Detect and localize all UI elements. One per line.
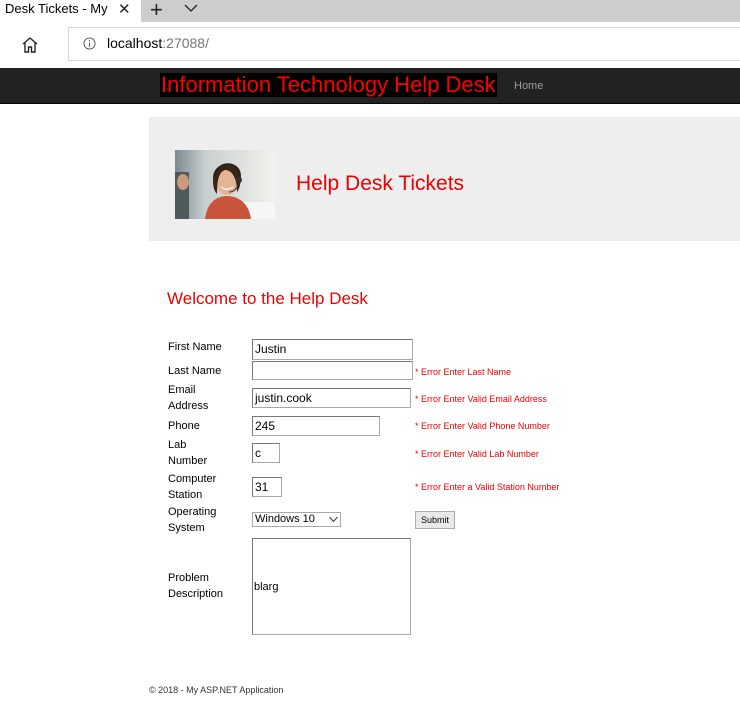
browser-tab[interactable]: Desk Tickets - My ✕ [0, 0, 141, 22]
tab-title: Desk Tickets - My [5, 1, 108, 16]
first-name-label: First Name [168, 341, 222, 353]
lab-number-label-line2: Number [168, 455, 208, 467]
woman-with-headset-photo [175, 150, 275, 219]
footer-copyright: © 2018 - My ASP.NET Application [149, 685, 284, 695]
email-input[interactable]: justin.cook [252, 388, 411, 408]
last-name-error: * Error Enter Last Name [415, 367, 512, 377]
site-brand-link[interactable]: Information Technology Help Desk [160, 73, 497, 97]
computer-station-label-line1: Computer [168, 473, 217, 485]
lab-number-label-line1: Lab [168, 439, 187, 451]
problem-description-label-line2: Description [168, 588, 224, 600]
nav-link-home[interactable]: Home [514, 80, 543, 92]
chevron-down-icon [329, 516, 338, 523]
computer-station-input[interactable]: 31 [252, 477, 282, 497]
url-host: localhost [107, 35, 163, 51]
browser-toolbar: localhost:27088/ [0, 22, 740, 69]
computer-station-error: * Error Enter a Valid Station Number [415, 482, 560, 492]
info-icon[interactable] [83, 37, 96, 50]
email-error: * Error Enter Valid Email Address [415, 394, 547, 404]
computer-station-label-line2: Station [168, 489, 203, 501]
close-icon[interactable]: ✕ [118, 0, 131, 18]
email-label: Email Address [168, 382, 208, 414]
phone-error: * Error Enter Valid Phone Number [415, 421, 550, 431]
first-name-input[interactable]: Justin [252, 339, 413, 360]
address-bar[interactable]: localhost:27088/ [68, 27, 740, 61]
problem-description-label-line1: Problem [168, 572, 209, 584]
operating-system-label: Operating System [168, 504, 216, 536]
last-name-input[interactable] [252, 361, 413, 380]
chevron-down-icon[interactable] [183, 0, 199, 16]
lab-number-label: Lab Number [168, 437, 207, 469]
operating-system-select[interactable]: Windows 10 [252, 512, 341, 527]
computer-station-label: Computer Station [168, 471, 216, 503]
url-text: localhost:27088/ [107, 35, 209, 51]
welcome-heading: Welcome to the Help Desk [167, 289, 368, 308]
email-label-line2: Address [168, 400, 209, 412]
browser-tab-strip: Desk Tickets - My ✕ + [0, 0, 740, 22]
operating-system-label-line2: System [168, 522, 205, 534]
home-icon[interactable] [20, 35, 40, 55]
phone-input[interactable]: 245 [252, 416, 380, 436]
jumbotron-title: Help Desk Tickets [296, 172, 465, 195]
lab-number-input[interactable]: c [252, 443, 280, 463]
phone-label: Phone [168, 420, 200, 432]
plus-icon[interactable]: + [150, 0, 163, 23]
lab-number-error: * Error Enter Valid Lab Number [415, 449, 539, 459]
problem-description-label: Problem Description [168, 570, 223, 602]
email-label-line1: Email [168, 384, 196, 396]
operating-system-selected: Windows 10 [255, 513, 315, 525]
submit-button[interactable]: Submit [415, 511, 455, 529]
url-port-path: :27088/ [162, 35, 209, 51]
site-navbar: Information Technology Help Desk Home [0, 68, 740, 104]
operating-system-label-line1: Operating [168, 506, 217, 518]
problem-description-textarea[interactable]: blarg [252, 538, 411, 635]
jumbotron: Help Desk Tickets [149, 117, 740, 241]
last-name-label: Last Name [168, 365, 222, 377]
problem-description-value: blarg [254, 581, 279, 593]
